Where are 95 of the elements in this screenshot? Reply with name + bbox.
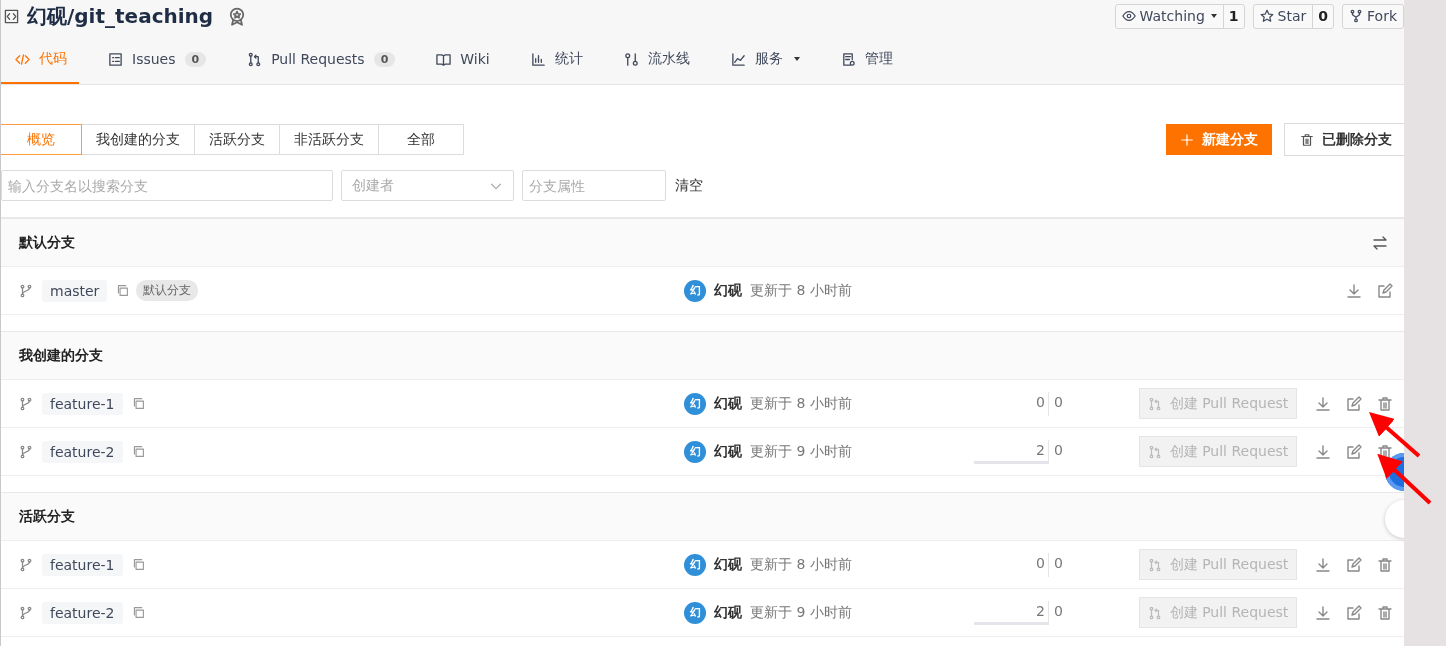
copy-icon[interactable] bbox=[131, 558, 145, 571]
section-title: 默认分支 bbox=[19, 233, 75, 252]
edit-icon[interactable] bbox=[1377, 282, 1393, 299]
update-time: 更新于 8 小时前 bbox=[750, 394, 852, 413]
filter-tab[interactable]: 全部 bbox=[378, 124, 464, 155]
bar-chart-icon bbox=[530, 51, 546, 67]
author-name[interactable]: 幻砚 bbox=[714, 394, 742, 413]
copy-icon[interactable] bbox=[131, 606, 145, 619]
delete-icon bbox=[1300, 132, 1314, 147]
section-title: 我创建的分支 bbox=[19, 346, 103, 365]
ahead-count: 0 bbox=[1054, 441, 1063, 458]
branch-icon bbox=[19, 444, 33, 459]
repository-title[interactable]: 幻砚/git_teaching bbox=[27, 2, 214, 30]
branch-icon bbox=[19, 283, 33, 298]
nav-tab[interactable]: 管理 bbox=[826, 32, 905, 84]
dropdown-caret-icon bbox=[1210, 14, 1217, 18]
download-icon[interactable] bbox=[1315, 604, 1331, 621]
filter-tab[interactable]: 我创建的分支 bbox=[81, 124, 195, 155]
branch-icon bbox=[19, 557, 33, 572]
branch-name[interactable]: feature-1 bbox=[42, 392, 123, 415]
fork-icon bbox=[1349, 9, 1363, 23]
branch-icon bbox=[19, 396, 33, 411]
pipeline-icon bbox=[623, 51, 639, 67]
star-button[interactable]: Star bbox=[1253, 4, 1313, 28]
behind-count: 0 bbox=[1036, 554, 1045, 571]
nav-tab[interactable]: 服务 bbox=[716, 32, 812, 84]
ahead-count: 0 bbox=[1054, 554, 1063, 571]
filter-tab[interactable]: 非活跃分支 bbox=[279, 124, 379, 155]
deleted-branches-button[interactable]: 已删除分支 bbox=[1284, 123, 1404, 156]
nav-tab[interactable]: Wiki bbox=[422, 32, 502, 84]
filter-tab[interactable]: 活跃分支 bbox=[194, 124, 280, 155]
nav-tab[interactable]: Issues 0 bbox=[94, 32, 219, 84]
clear-link[interactable]: 清空 bbox=[675, 176, 703, 195]
pull-request-icon bbox=[1147, 557, 1162, 572]
branch-icon bbox=[19, 605, 33, 620]
download-icon[interactable] bbox=[1315, 395, 1331, 412]
download-icon[interactable] bbox=[1315, 556, 1331, 573]
branch-name[interactable]: feature-1 bbox=[42, 553, 123, 576]
edit-icon[interactable] bbox=[1346, 443, 1362, 460]
author-name[interactable]: 幻砚 bbox=[714, 442, 742, 461]
nav-tab[interactable]: 流水线 bbox=[609, 32, 702, 84]
copy-icon[interactable] bbox=[131, 445, 145, 458]
pull-request-icon bbox=[1147, 396, 1162, 411]
author-name[interactable]: 幻砚 bbox=[714, 555, 742, 574]
search-field[interactable]: 输入分支名以搜索分支 bbox=[1, 170, 333, 201]
eye-icon bbox=[1121, 9, 1136, 23]
pull-request-icon bbox=[247, 51, 263, 67]
delete-icon[interactable] bbox=[1377, 395, 1393, 412]
line-chart-icon bbox=[730, 51, 746, 67]
behind-count: 2 bbox=[1036, 441, 1045, 458]
nav-tab[interactable]: Pull Requests 0 bbox=[233, 32, 408, 84]
default-branch-label: 默认分支 bbox=[136, 280, 199, 301]
section-title: 活跃分支 bbox=[19, 507, 75, 526]
behind-count: 0 bbox=[1036, 393, 1045, 410]
branch-name[interactable]: master bbox=[42, 279, 108, 302]
count[interactable]: 0 bbox=[1312, 4, 1333, 28]
book-icon bbox=[436, 51, 452, 67]
ahead-count: 0 bbox=[1054, 602, 1063, 619]
pull-request-icon bbox=[1147, 605, 1162, 620]
edit-icon[interactable] bbox=[1346, 604, 1362, 621]
annotation-arrow bbox=[1369, 412, 1421, 458]
download-icon[interactable] bbox=[1315, 443, 1331, 460]
author-name[interactable]: 幻砚 bbox=[714, 281, 742, 300]
edit-icon[interactable] bbox=[1346, 556, 1362, 573]
copy-icon[interactable] bbox=[116, 284, 130, 297]
download-icon[interactable] bbox=[1346, 282, 1362, 299]
count[interactable]: 1 bbox=[1222, 4, 1244, 28]
code-file-icon bbox=[4, 8, 19, 24]
star-icon bbox=[1259, 9, 1274, 23]
branch-name[interactable]: feature-2 bbox=[42, 601, 123, 624]
code-icon bbox=[15, 51, 30, 67]
swap-icon[interactable] bbox=[1372, 234, 1388, 251]
watch-button[interactable]: Watching bbox=[1115, 4, 1223, 28]
delete-icon[interactable] bbox=[1377, 556, 1393, 573]
behind-count: 2 bbox=[1036, 602, 1045, 619]
update-time: 更新于 9 小时前 bbox=[750, 442, 852, 461]
count-badge: 0 bbox=[184, 51, 207, 67]
plus-icon bbox=[1180, 132, 1194, 147]
document-settings-icon bbox=[840, 51, 856, 67]
branch-name[interactable]: feature-2 bbox=[42, 440, 123, 463]
nav-tab[interactable]: 统计 bbox=[516, 32, 595, 84]
attribute-field[interactable]: 分支属性 bbox=[522, 170, 666, 201]
delete-icon[interactable] bbox=[1377, 443, 1393, 460]
fork-button[interactable]: Fork bbox=[1343, 4, 1403, 28]
delete-icon[interactable] bbox=[1377, 604, 1393, 621]
update-time: 更新于 8 小时前 bbox=[750, 281, 852, 300]
ahead-count: 0 bbox=[1054, 393, 1063, 410]
list-icon bbox=[108, 51, 123, 67]
edit-icon[interactable] bbox=[1346, 395, 1362, 412]
copy-icon[interactable] bbox=[131, 397, 145, 410]
pull-request-icon bbox=[1147, 444, 1162, 459]
update-time: 更新于 8 小时前 bbox=[750, 555, 852, 574]
author-name[interactable]: 幻砚 bbox=[714, 603, 742, 622]
count-badge: 0 bbox=[373, 51, 396, 67]
update-time: 更新于 9 小时前 bbox=[750, 603, 852, 622]
